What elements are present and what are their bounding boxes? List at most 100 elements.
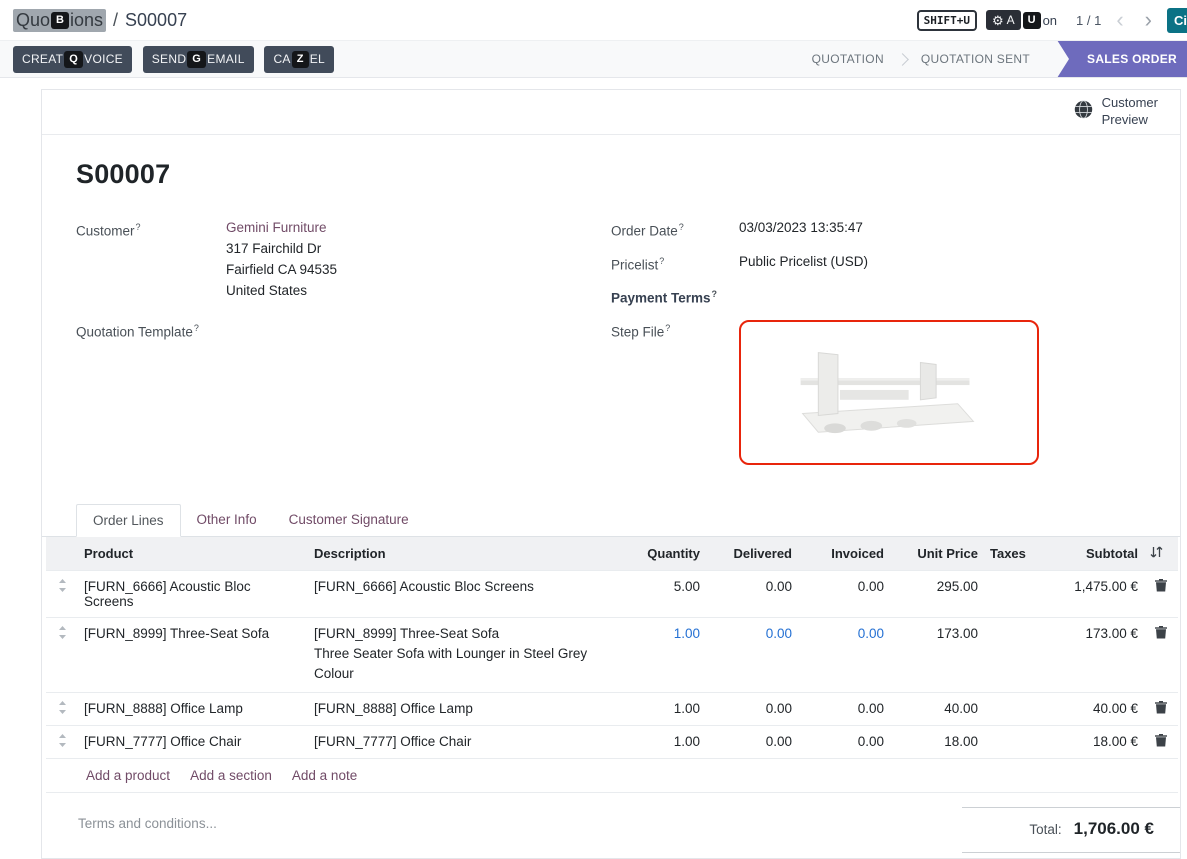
- cell-invoiced[interactable]: 0.00: [798, 725, 890, 758]
- order-line-row-4[interactable]: [FURN_7777] Office Chair [FURN_7777] Off…: [46, 725, 1178, 758]
- cancel-button[interactable]: CAZEL: [264, 46, 334, 73]
- send-email-button[interactable]: SENDGEMAIL: [143, 46, 254, 73]
- pager-next-button[interactable]: ›: [1139, 9, 1158, 31]
- cell-quantity[interactable]: 1.00: [618, 725, 706, 758]
- order-line-row-3[interactable]: [FURN_8888] Office Lamp [FURN_8888] Offi…: [46, 692, 1178, 725]
- breadcrumb-parent-text-pre: Quo: [16, 10, 50, 31]
- add-note-link[interactable]: Add a note: [292, 768, 357, 783]
- cell-description[interactable]: [FURN_7777] Office Chair: [308, 725, 618, 758]
- customer-link[interactable]: Gemini Furniture: [226, 217, 337, 238]
- header-product[interactable]: Product: [78, 537, 308, 571]
- order-line-row-1[interactable]: [FURN_6666] Acoustic Bloc Screens [FURN_…: [46, 570, 1178, 617]
- add-product-link[interactable]: Add a product: [86, 768, 170, 783]
- toolbar-buttons: CREATQVOICE SENDGEMAIL CAZEL: [13, 46, 341, 73]
- field-group-left: Customer? Gemini Furniture 317 Fairchild…: [76, 217, 611, 474]
- cell-product[interactable]: [FURN_8999] Three-Seat Sofa: [78, 617, 308, 692]
- header-unit-price[interactable]: Unit Price: [890, 537, 984, 571]
- delete-line-icon[interactable]: [1155, 626, 1167, 642]
- create-invoice-button[interactable]: CREATQVOICE: [13, 46, 132, 73]
- status-step-quotation[interactable]: QUOTATION: [795, 52, 901, 66]
- field-order-date: Order Date? 03/03/2023 13:35:47: [611, 217, 1146, 242]
- globe-icon: [1074, 100, 1093, 124]
- tab-other-info[interactable]: Other Info: [181, 504, 273, 536]
- send-email-label-pre: SEND: [152, 52, 187, 66]
- drag-handle-icon[interactable]: [58, 579, 67, 595]
- page-title[interactable]: S00007: [76, 159, 1146, 190]
- cell-delivered[interactable]: 0.00: [706, 617, 798, 692]
- delete-line-icon[interactable]: [1155, 701, 1167, 717]
- delete-line-icon[interactable]: [1155, 579, 1167, 595]
- help-tooltip-marker: ?: [665, 323, 670, 333]
- breadcrumb-quotations-link[interactable]: QuoBions: [13, 9, 106, 32]
- tab-order-lines[interactable]: Order Lines: [76, 504, 181, 537]
- terms-and-conditions-input[interactable]: Terms and conditions...: [78, 816, 217, 831]
- header-delivered[interactable]: Delivered: [706, 537, 798, 571]
- customer-preview-button[interactable]: Customer Preview: [1074, 95, 1158, 129]
- cell-taxes[interactable]: [984, 692, 1040, 725]
- optional-columns-icon[interactable]: [1144, 537, 1178, 571]
- pager-value: 1 / 1: [1076, 13, 1101, 28]
- cell-quantity[interactable]: 1.00: [618, 617, 706, 692]
- cell-subtotal: 1,475.00 €: [1040, 570, 1144, 617]
- cell-taxes[interactable]: [984, 617, 1040, 692]
- cell-unit-price[interactable]: 18.00: [890, 725, 984, 758]
- cell-description[interactable]: [FURN_6666] Acoustic Bloc Screens: [308, 570, 618, 617]
- customer-label: Customer?: [76, 217, 226, 301]
- quotation-template-label: Quotation Template?: [76, 318, 226, 343]
- tab-customer-signature[interactable]: Customer Signature: [273, 504, 425, 536]
- status-step-quotation-sent[interactable]: QUOTATION SENT: [904, 52, 1047, 66]
- cell-product[interactable]: [FURN_6666] Acoustic Bloc Screens: [78, 570, 308, 617]
- sheet-footer: Terms and conditions... Total: 1,706.00 …: [42, 793, 1180, 853]
- add-section-link[interactable]: Add a section: [190, 768, 272, 783]
- table-footer-links-row: Add a product Add a section Add a note: [46, 758, 1178, 792]
- delete-line-icon[interactable]: [1155, 734, 1167, 750]
- cancel-label-pre: CA: [273, 52, 290, 66]
- order-date-label: Order Date?: [611, 217, 739, 242]
- cell-delivered[interactable]: 0.00: [706, 692, 798, 725]
- cell-quantity[interactable]: 1.00: [618, 692, 706, 725]
- cell-description[interactable]: [FURN_8999] Three-Seat SofaThree Seater …: [308, 617, 618, 692]
- header-quantity[interactable]: Quantity: [618, 537, 706, 571]
- pricelist-value[interactable]: Public Pricelist (USD): [739, 251, 868, 276]
- pager-previous-button[interactable]: ‹: [1110, 9, 1129, 31]
- cell-delivered[interactable]: 0.00: [706, 570, 798, 617]
- cell-delivered[interactable]: 0.00: [706, 725, 798, 758]
- cell-quantity[interactable]: 5.00: [618, 570, 706, 617]
- cell-description[interactable]: [FURN_8888] Office Lamp: [308, 692, 618, 725]
- kbd-hint-send-email: G: [187, 51, 206, 68]
- field-step-file: Step File?: [611, 318, 1146, 465]
- cell-invoiced[interactable]: 0.00: [798, 692, 890, 725]
- field-groups: Customer? Gemini Furniture 317 Fairchild…: [76, 217, 1146, 474]
- header-subtotal[interactable]: Subtotal: [1040, 537, 1144, 571]
- order-line-row-2[interactable]: [FURN_8999] Three-Seat Sofa [FURN_8999] …: [46, 617, 1178, 692]
- cell-unit-price[interactable]: 295.00: [890, 570, 984, 617]
- cell-product[interactable]: [FURN_7777] Office Chair: [78, 725, 308, 758]
- gear-icon: ⚙: [992, 14, 1004, 27]
- breadcrumb-current: S00007: [125, 10, 187, 31]
- header-invoiced[interactable]: Invoiced: [798, 537, 890, 571]
- order-date-value[interactable]: 03/03/2023 13:35:47: [739, 217, 863, 242]
- cell-product[interactable]: [FURN_8888] Office Lamp: [78, 692, 308, 725]
- header-description[interactable]: Description: [308, 537, 618, 571]
- cell-unit-price[interactable]: 173.00: [890, 617, 984, 692]
- action-menu-button[interactable]: ⚙AUon: [986, 10, 1057, 30]
- header-taxes[interactable]: Taxes: [984, 537, 1040, 571]
- cell-taxes[interactable]: [984, 570, 1040, 617]
- status-step-sales-order-active[interactable]: SALES ORDER: [1057, 40, 1187, 78]
- shortcut-badge-shift-u: SHIFT+U: [917, 10, 977, 31]
- control-panel-right: SHIFT+U ⚙AUon 1 / 1 ‹ › Ci: [917, 8, 1187, 33]
- help-tooltip-marker: ?: [712, 289, 718, 299]
- cell-unit-price[interactable]: 40.00: [890, 692, 984, 725]
- help-tooltip-marker: ?: [659, 256, 664, 266]
- cell-taxes[interactable]: [984, 725, 1040, 758]
- notebook-tabs: Order Lines Other Info Customer Signatur…: [42, 504, 1180, 537]
- cell-invoiced[interactable]: 0.00: [798, 570, 890, 617]
- step-file-preview[interactable]: [739, 320, 1039, 465]
- payment-terms-label: Payment Terms?: [611, 284, 739, 309]
- total-amount: 1,706.00 €: [1074, 819, 1154, 839]
- cell-invoiced[interactable]: 0.00: [798, 617, 890, 692]
- drag-handle-icon[interactable]: [58, 701, 67, 717]
- drag-handle-icon[interactable]: [58, 626, 67, 642]
- customer-value[interactable]: Gemini Furniture 317 Fairchild Dr Fairfi…: [226, 217, 337, 301]
- drag-handle-icon[interactable]: [58, 734, 67, 750]
